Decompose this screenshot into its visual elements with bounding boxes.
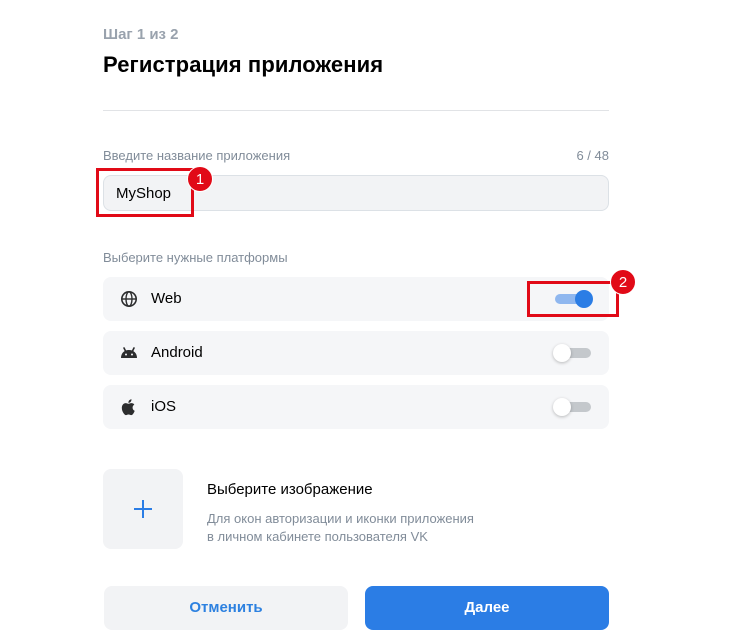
image-upload-description: Для окон авторизации и иконки приложения…: [207, 510, 474, 546]
image-desc-line-2: в личном кабинете пользователя VK: [207, 529, 428, 544]
globe-icon: [119, 289, 139, 309]
platform-name-ios: iOS: [151, 398, 177, 415]
plus-icon: [133, 499, 153, 519]
step-indicator: Шаг 1 из 2: [103, 26, 179, 43]
platform-row-android[interactable]: Android: [103, 331, 609, 375]
image-upload-title: Выберите изображение: [207, 481, 373, 498]
android-icon: [119, 343, 139, 363]
divider: [103, 110, 609, 111]
apple-icon: [119, 397, 139, 417]
annotation-highlight-1: [96, 168, 194, 217]
annotation-highlight-2: [527, 281, 619, 317]
platforms-label: Выберите нужные платформы: [103, 250, 288, 265]
cancel-button[interactable]: Отменить: [104, 586, 348, 630]
app-name-label: Введите название приложения: [103, 148, 291, 163]
next-button[interactable]: Далее: [365, 586, 609, 630]
image-desc-line-1: Для окон авторизации и иконки приложения: [207, 511, 474, 526]
annotation-marker-1: 1: [187, 166, 213, 192]
platform-name-web: Web: [151, 290, 182, 307]
annotation-marker-2: 2: [610, 269, 636, 295]
image-upload-button[interactable]: [103, 469, 183, 549]
app-name-counter: 6 / 48: [576, 148, 609, 163]
platform-row-ios[interactable]: iOS: [103, 385, 609, 429]
page-title: Регистрация приложения: [103, 52, 384, 77]
ios-toggle[interactable]: [553, 398, 591, 416]
android-toggle[interactable]: [553, 344, 591, 362]
platform-name-android: Android: [151, 344, 203, 361]
